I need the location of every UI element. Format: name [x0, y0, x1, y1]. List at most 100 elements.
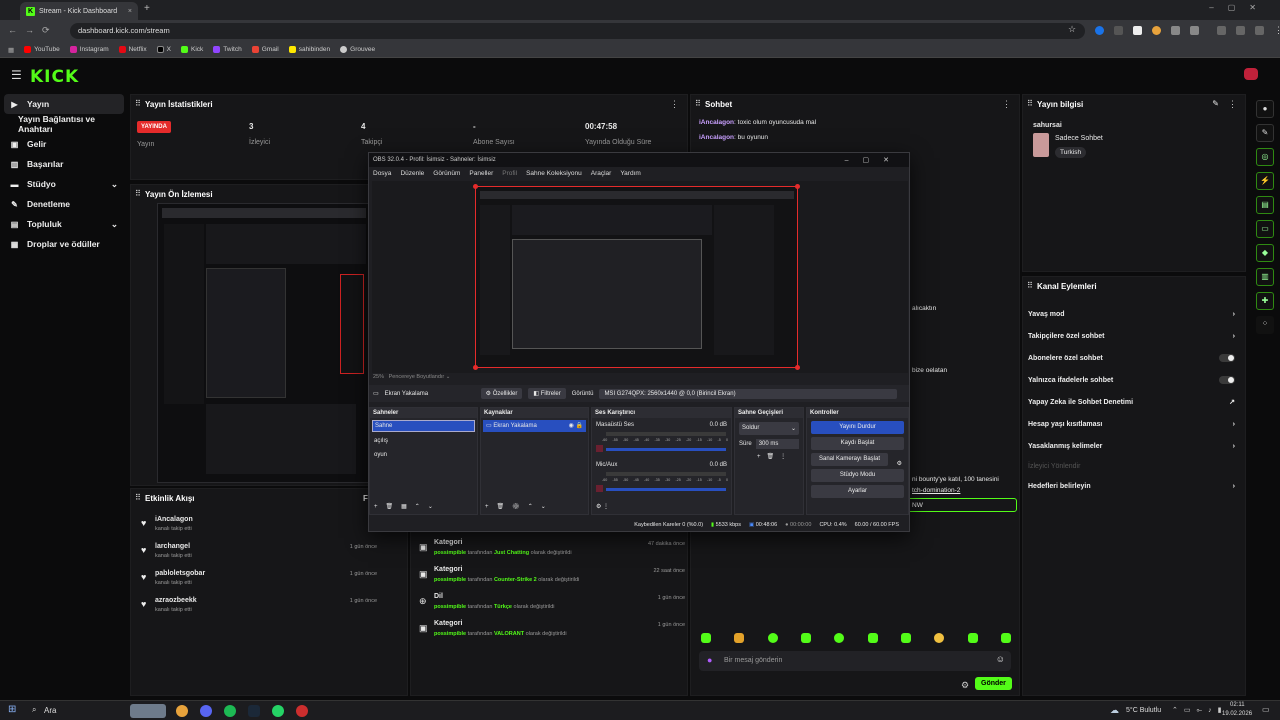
source-item[interactable]: ▭ Ekran Yakalama ◉ 🔒 [483, 420, 586, 432]
follower-name[interactable]: pabloletsgobar [155, 570, 205, 577]
volume-slider[interactable] [606, 488, 726, 491]
hamburger-menu-icon[interactable]: ☰ [11, 68, 22, 82]
studio-mode-button[interactable]: Stüdyo Modu [811, 469, 904, 482]
resize-handle[interactable] [473, 365, 478, 370]
follower-name[interactable]: azraozbeekk [155, 597, 197, 604]
gear-icon[interactable]: ⚙ [961, 680, 969, 691]
stop-stream-button[interactable]: Yayını Durdur [811, 421, 904, 434]
kick-logo[interactable]: KICK [30, 67, 79, 87]
chat-bubble-icon[interactable]: ▭ [1256, 220, 1274, 238]
menu-profil[interactable]: Profil [502, 170, 517, 177]
fit-button[interactable]: Pencereye Boyutlandır [389, 374, 445, 380]
transition-select[interactable]: Soldur ⌄ [739, 422, 799, 435]
mute-icon[interactable] [596, 445, 603, 452]
transition-toolbar[interactable]: +🗑⋮ [757, 453, 803, 460]
shield-icon[interactable]: ◆ [1256, 244, 1274, 262]
apps-icon[interactable]: ▦ [8, 46, 14, 54]
source-toolbar[interactable]: +🗑⚙⌃⌄ [485, 503, 554, 510]
extension-icon[interactable] [1114, 26, 1123, 35]
pencil-icon[interactable]: ✎ [1256, 124, 1274, 142]
send-button[interactable]: Gönder [975, 677, 1012, 690]
category-thumbnail[interactable] [1033, 133, 1049, 157]
sidebar-item-basarilar[interactable]: ▥ Başarılar [0, 154, 128, 174]
menu-icon[interactable]: ⋮ [1274, 26, 1280, 35]
kebab-menu-icon[interactable]: ⋮ [1002, 99, 1011, 110]
puzzle-icon[interactable] [1190, 26, 1199, 35]
url-field[interactable]: dashboard.kick.com/stream [70, 23, 1085, 39]
emote-icon[interactable] [834, 633, 845, 643]
bookmark-gmail[interactable]: Gmail [251, 46, 279, 53]
whatsapp-icon[interactable] [272, 705, 284, 717]
history-user[interactable]: possimpible [434, 631, 466, 637]
bookmark-sahibinden[interactable]: sahibinden [288, 46, 330, 53]
mute-icon[interactable] [596, 485, 603, 492]
camera-icon[interactable]: ◎ [1256, 148, 1274, 166]
scene-item[interactable]: Sahne [372, 420, 475, 432]
clipboard-icon[interactable]: ▤ [1256, 196, 1274, 214]
bookmark-twitch[interactable]: Twitch [213, 46, 242, 53]
bookmark-instagram[interactable]: Instagram [69, 46, 109, 53]
emote-icon[interactable] [900, 633, 911, 643]
search-icon[interactable]: ⌕ [32, 705, 36, 715]
resize-handle[interactable] [795, 184, 800, 189]
extension-icon[interactable] [1171, 26, 1180, 35]
bookmark-star-icon[interactable]: ☆ [1068, 24, 1076, 35]
download-icon[interactable] [1217, 26, 1226, 35]
emote-icon[interactable] [1000, 633, 1011, 643]
drag-handle-icon[interactable]: ⠿ [1027, 281, 1033, 290]
extension-icon[interactable] [1095, 26, 1104, 35]
taskbar-search[interactable]: Ara [44, 706, 56, 715]
emote-icon[interactable] [800, 633, 811, 643]
drag-handle-icon[interactable]: ⠿ [1027, 99, 1033, 108]
clock-date[interactable]: 19.02.2026 [1222, 711, 1252, 717]
bookmark-kick[interactable]: Kick [181, 46, 203, 53]
subs-only-toggle[interactable] [1219, 354, 1235, 362]
emote-only-toggle[interactable] [1219, 376, 1235, 384]
obs-window-controls[interactable]: –▢✕ [845, 156, 903, 164]
stream-preview-video[interactable] [157, 203, 369, 483]
stream-category[interactable]: Sadece Sohbet [1055, 135, 1103, 142]
steam-icon[interactable] [248, 705, 260, 717]
history-user[interactable]: possimpible [434, 577, 466, 583]
bookmark-netflix[interactable]: Netflix [118, 46, 147, 53]
action-ai-moderation[interactable]: Yapay Zeka ile Sohbet Denetimi ↗ [1023, 391, 1245, 413]
drag-handle-icon[interactable]: ⠿ [695, 99, 701, 108]
sidebar-item-gelir[interactable]: ▣ Gelir [0, 134, 128, 154]
windows-start-icon[interactable]: ⊞ [8, 704, 16, 715]
menu-dosya[interactable]: Dosya [373, 170, 391, 177]
discord-icon[interactable] [200, 705, 212, 717]
drag-handle-icon[interactable]: ⠿ [135, 99, 141, 108]
browser-tab[interactable]: K Stream - Kick Dashboard × [20, 2, 138, 20]
chat-username[interactable]: iAncalagon [699, 119, 734, 126]
sidebar-item-topluluk[interactable]: ▤ Topluluk ⌄ [0, 214, 128, 234]
duration-input[interactable]: 300 ms [755, 439, 799, 449]
ticket-icon[interactable]: ▥ [1256, 268, 1274, 286]
menu-araclar[interactable]: Araçlar [591, 170, 612, 177]
drag-handle-icon[interactable]: ⠿ [135, 493, 141, 502]
menu-sahne-koleksiyonu[interactable]: Sahne Koleksiyonu [526, 170, 582, 177]
extension-icon[interactable] [1152, 26, 1161, 35]
emoji-icon[interactable]: ☺ [996, 654, 1005, 664]
zoom-value[interactable]: 25% [373, 374, 384, 380]
edit-icon[interactable] [1255, 26, 1264, 35]
mic-icon[interactable]: ● [707, 655, 712, 665]
follower-name[interactable]: iAncalagon [155, 516, 193, 523]
sidebar-item-studyo[interactable]: ▬ Stüdyo ⌄ [0, 174, 128, 194]
action-emote-only[interactable]: Yalnızca ifadelerle sohbet [1023, 369, 1245, 391]
sidebar-item-denetleme[interactable]: ✎ Denetleme [0, 194, 128, 214]
info-icon[interactable]: ● [1256, 100, 1274, 118]
settings-button[interactable]: Ayarlar [811, 485, 904, 498]
emote-icon[interactable] [934, 633, 945, 643]
filters-button[interactable]: ◧ Filtreler [528, 388, 566, 399]
obs-icon[interactable] [296, 705, 308, 717]
display-select[interactable]: MSI G274QPX: 2560x1440 @ 0,0 (Birincil E… [599, 388, 898, 399]
action-followers-only[interactable]: Takipçilere özel sohbet › [1023, 325, 1245, 347]
resize-handle[interactable] [795, 365, 800, 370]
emote-icon[interactable] [701, 633, 711, 643]
edit-icon[interactable]: ✎ [1212, 99, 1219, 108]
avatar[interactable] [1244, 68, 1258, 80]
scene-item[interactable]: açılış [370, 434, 477, 448]
new-tab-icon[interactable]: + [144, 3, 150, 14]
dots-icon[interactable]: ⁘ [1256, 316, 1274, 334]
chrome-icon[interactable] [176, 705, 188, 717]
